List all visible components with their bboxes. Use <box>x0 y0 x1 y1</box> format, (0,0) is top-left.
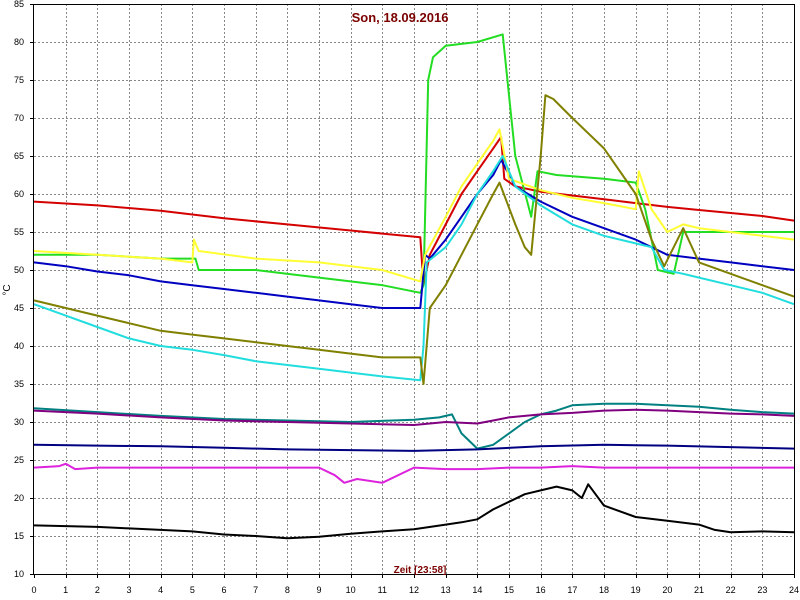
x-axis-label: Zeit [23:58] <box>394 565 447 576</box>
x-tick-label: 12 <box>409 585 419 595</box>
x-tick-label: 23 <box>757 585 767 595</box>
x-tick-label: 9 <box>316 585 321 595</box>
x-tick-label: 22 <box>726 585 736 595</box>
x-tick-label: 16 <box>536 585 546 595</box>
y-tick-label: 30 <box>14 417 24 427</box>
y-tick-label: 10 <box>14 569 24 579</box>
x-tick-label: 8 <box>285 585 290 595</box>
x-tick-label: 11 <box>378 585 387 595</box>
x-tick-label: 19 <box>631 585 641 595</box>
y-tick-label: 15 <box>14 531 24 541</box>
x-tick-label: 21 <box>694 585 704 595</box>
x-tick-label: 13 <box>441 585 451 595</box>
y-tick-label: 70 <box>14 113 24 123</box>
y-tick-label: 75 <box>14 75 24 85</box>
y-tick-label: 85 <box>14 0 24 9</box>
x-tick-label: 6 <box>221 585 226 595</box>
y-tick-label: 35 <box>14 379 24 389</box>
line-chart: 0 1 2 3 4 5 6 7 8 9 10 11 12 13 14 15 16 17 18 19 20 21 22 23 24… <box>0 0 800 600</box>
x-tick-label: 24 <box>789 585 799 595</box>
y-tick-label: 80 <box>14 37 24 47</box>
y-tick-label: 55 <box>14 227 24 237</box>
y-tick-label: 65 <box>14 151 24 161</box>
x-tick-label: 0 <box>31 585 36 595</box>
x-tick-label: 18 <box>599 585 609 595</box>
y-axis-label: °C <box>2 284 13 295</box>
y-tick-label: 50 <box>14 265 24 275</box>
chart-background <box>0 0 800 600</box>
x-tick-label: 10 <box>346 585 356 595</box>
y-tick-label: 45 <box>14 303 24 313</box>
x-tick-label: 5 <box>190 585 195 595</box>
x-tick-label: 14 <box>472 585 482 595</box>
x-tick-label: 20 <box>662 585 672 595</box>
x-tick-label: 1 <box>63 585 68 595</box>
x-tick-label: 7 <box>253 585 258 595</box>
x-tick-label: 17 <box>567 585 577 595</box>
y-tick-label: 40 <box>14 341 24 351</box>
x-tick-label: 4 <box>158 585 163 595</box>
x-tick-label: 2 <box>95 585 100 595</box>
x-tick-label: 3 <box>126 585 131 595</box>
y-tick-label: 60 <box>14 189 24 199</box>
y-tick-label: 25 <box>14 455 24 465</box>
y-tick-label: 20 <box>14 493 24 503</box>
chart-title: Son, 18.09.2016 <box>352 10 449 25</box>
x-tick-label: 15 <box>504 585 514 595</box>
